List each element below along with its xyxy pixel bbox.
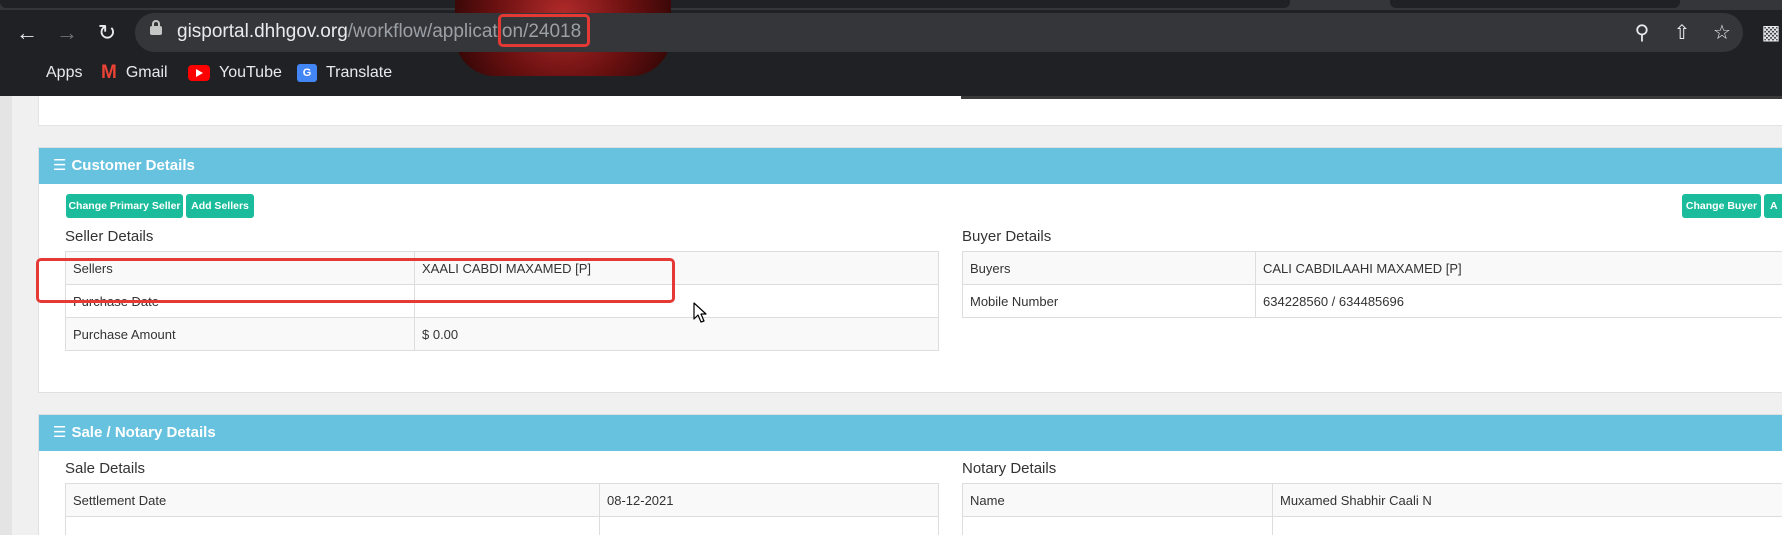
mouse-cursor-icon xyxy=(693,302,707,323)
bookmark-label: Apps xyxy=(46,64,83,81)
buyer-details-title: Buyer Details xyxy=(962,228,1052,245)
change-buyer-button[interactable]: Change Buyer xyxy=(1682,194,1761,218)
sale-details-title: Sale Details xyxy=(65,460,146,477)
row-value: 08-12-2021 xyxy=(599,483,939,517)
youtube-icon xyxy=(188,65,210,81)
add-buyers-button[interactable]: A xyxy=(1764,194,1782,218)
row-value xyxy=(1272,516,1782,535)
customer-details-heading[interactable]: ☰ Customer Details xyxy=(39,148,1782,184)
lock-icon[interactable] xyxy=(150,20,162,35)
row-label: Buyers xyxy=(962,251,1256,285)
table-row xyxy=(65,516,939,535)
bookmark-gmail[interactable]: M Gmail xyxy=(101,58,168,88)
seller-details-title: Seller Details xyxy=(65,228,154,245)
sale-details-table: Settlement Date 08-12-2021 xyxy=(65,483,939,535)
notary-details-table: Name Muxamed Shabhir Caali N xyxy=(962,483,1782,535)
tab[interactable] xyxy=(0,0,520,8)
sale-notary-heading[interactable]: ☰ Sale / Notary Details xyxy=(39,415,1782,451)
browser-chrome: ← → ↻ gisportal.dhhgov.org/workflow/appl… xyxy=(0,0,1782,96)
row-value: $ 0.00 xyxy=(414,317,939,351)
tab[interactable] xyxy=(1390,0,1680,8)
page-left-gutter xyxy=(0,96,12,535)
page-content: ☰ Customer Details Change Primary Seller … xyxy=(0,96,1782,535)
table-row: Settlement Date 08-12-2021 xyxy=(65,483,939,517)
table-row: Name Muxamed Shabhir Caali N xyxy=(962,483,1782,517)
table-row: Buyers CALI CABDILAAHI MAXAMED [P] xyxy=(962,251,1782,285)
table-row: Mobile Number 634228560 / 634485696 xyxy=(962,284,1782,318)
panel-title: Sale / Notary Details xyxy=(71,424,216,441)
bookmark-label: Translate xyxy=(326,64,393,81)
row-label: Settlement Date xyxy=(65,483,600,517)
apps-grid-icon xyxy=(19,64,37,82)
bookmark-label: Gmail xyxy=(125,64,168,81)
star-icon[interactable]: ☆ xyxy=(1709,20,1735,46)
change-primary-seller-button[interactable]: Change Primary Seller xyxy=(66,194,183,218)
bookmark-label: YouTube xyxy=(219,64,282,81)
table-row: Purchase Amount $ 0.00 xyxy=(65,317,939,351)
tab-strip xyxy=(0,0,1782,10)
buyer-details-table: Buyers CALI CABDILAAHI MAXAMED [P] Mobil… xyxy=(962,251,1782,318)
notary-details-title: Notary Details xyxy=(962,460,1057,477)
row-label xyxy=(65,516,600,535)
row-value: Muxamed Shabhir Caali N xyxy=(1272,483,1782,517)
bookmark-translate[interactable]: G Translate xyxy=(297,58,392,88)
row-value xyxy=(599,516,939,535)
row-label: Purchase Amount xyxy=(65,317,415,351)
reload-icon[interactable]: ↻ xyxy=(94,20,120,46)
row-label: Name xyxy=(962,483,1273,517)
parcel-image-edge xyxy=(961,96,1782,99)
bookmarks-bar: Apps M Gmail YouTube G Translate xyxy=(0,58,1782,96)
add-sellers-button[interactable]: Add Sellers xyxy=(186,194,254,218)
translate-icon: G xyxy=(297,64,317,82)
sale-notary-panel: ☰ Sale / Notary Details Sale Details Sett… xyxy=(38,414,1782,535)
back-arrow-icon[interactable]: ← xyxy=(14,20,40,46)
sellers-row-highlight xyxy=(36,258,675,303)
forward-arrow-icon[interactable]: → xyxy=(54,20,80,46)
row-value: 634228560 / 634485696 xyxy=(1255,284,1782,318)
row-value: CALI CABDILAAHI MAXAMED [P] xyxy=(1255,251,1782,285)
zoom-icon[interactable]: ⚲ xyxy=(1629,20,1655,46)
share-icon[interactable]: ⇧ xyxy=(1669,20,1695,46)
url-host: gisportal.dhhgov.org xyxy=(177,21,348,42)
table-row xyxy=(962,516,1782,535)
bookmark-youtube[interactable]: YouTube xyxy=(188,58,282,88)
panel-title: Customer Details xyxy=(71,157,195,174)
gmail-icon: M xyxy=(101,62,117,83)
url-id-highlight xyxy=(498,14,590,47)
previous-panel xyxy=(38,96,1782,126)
list-icon: ☰ xyxy=(53,424,67,441)
puzzle-icon[interactable]: ▩ xyxy=(1758,20,1782,46)
row-label xyxy=(962,516,1273,535)
list-icon: ☰ xyxy=(53,157,67,174)
row-label: Mobile Number xyxy=(962,284,1256,318)
bookmark-apps[interactable]: Apps xyxy=(19,58,82,88)
